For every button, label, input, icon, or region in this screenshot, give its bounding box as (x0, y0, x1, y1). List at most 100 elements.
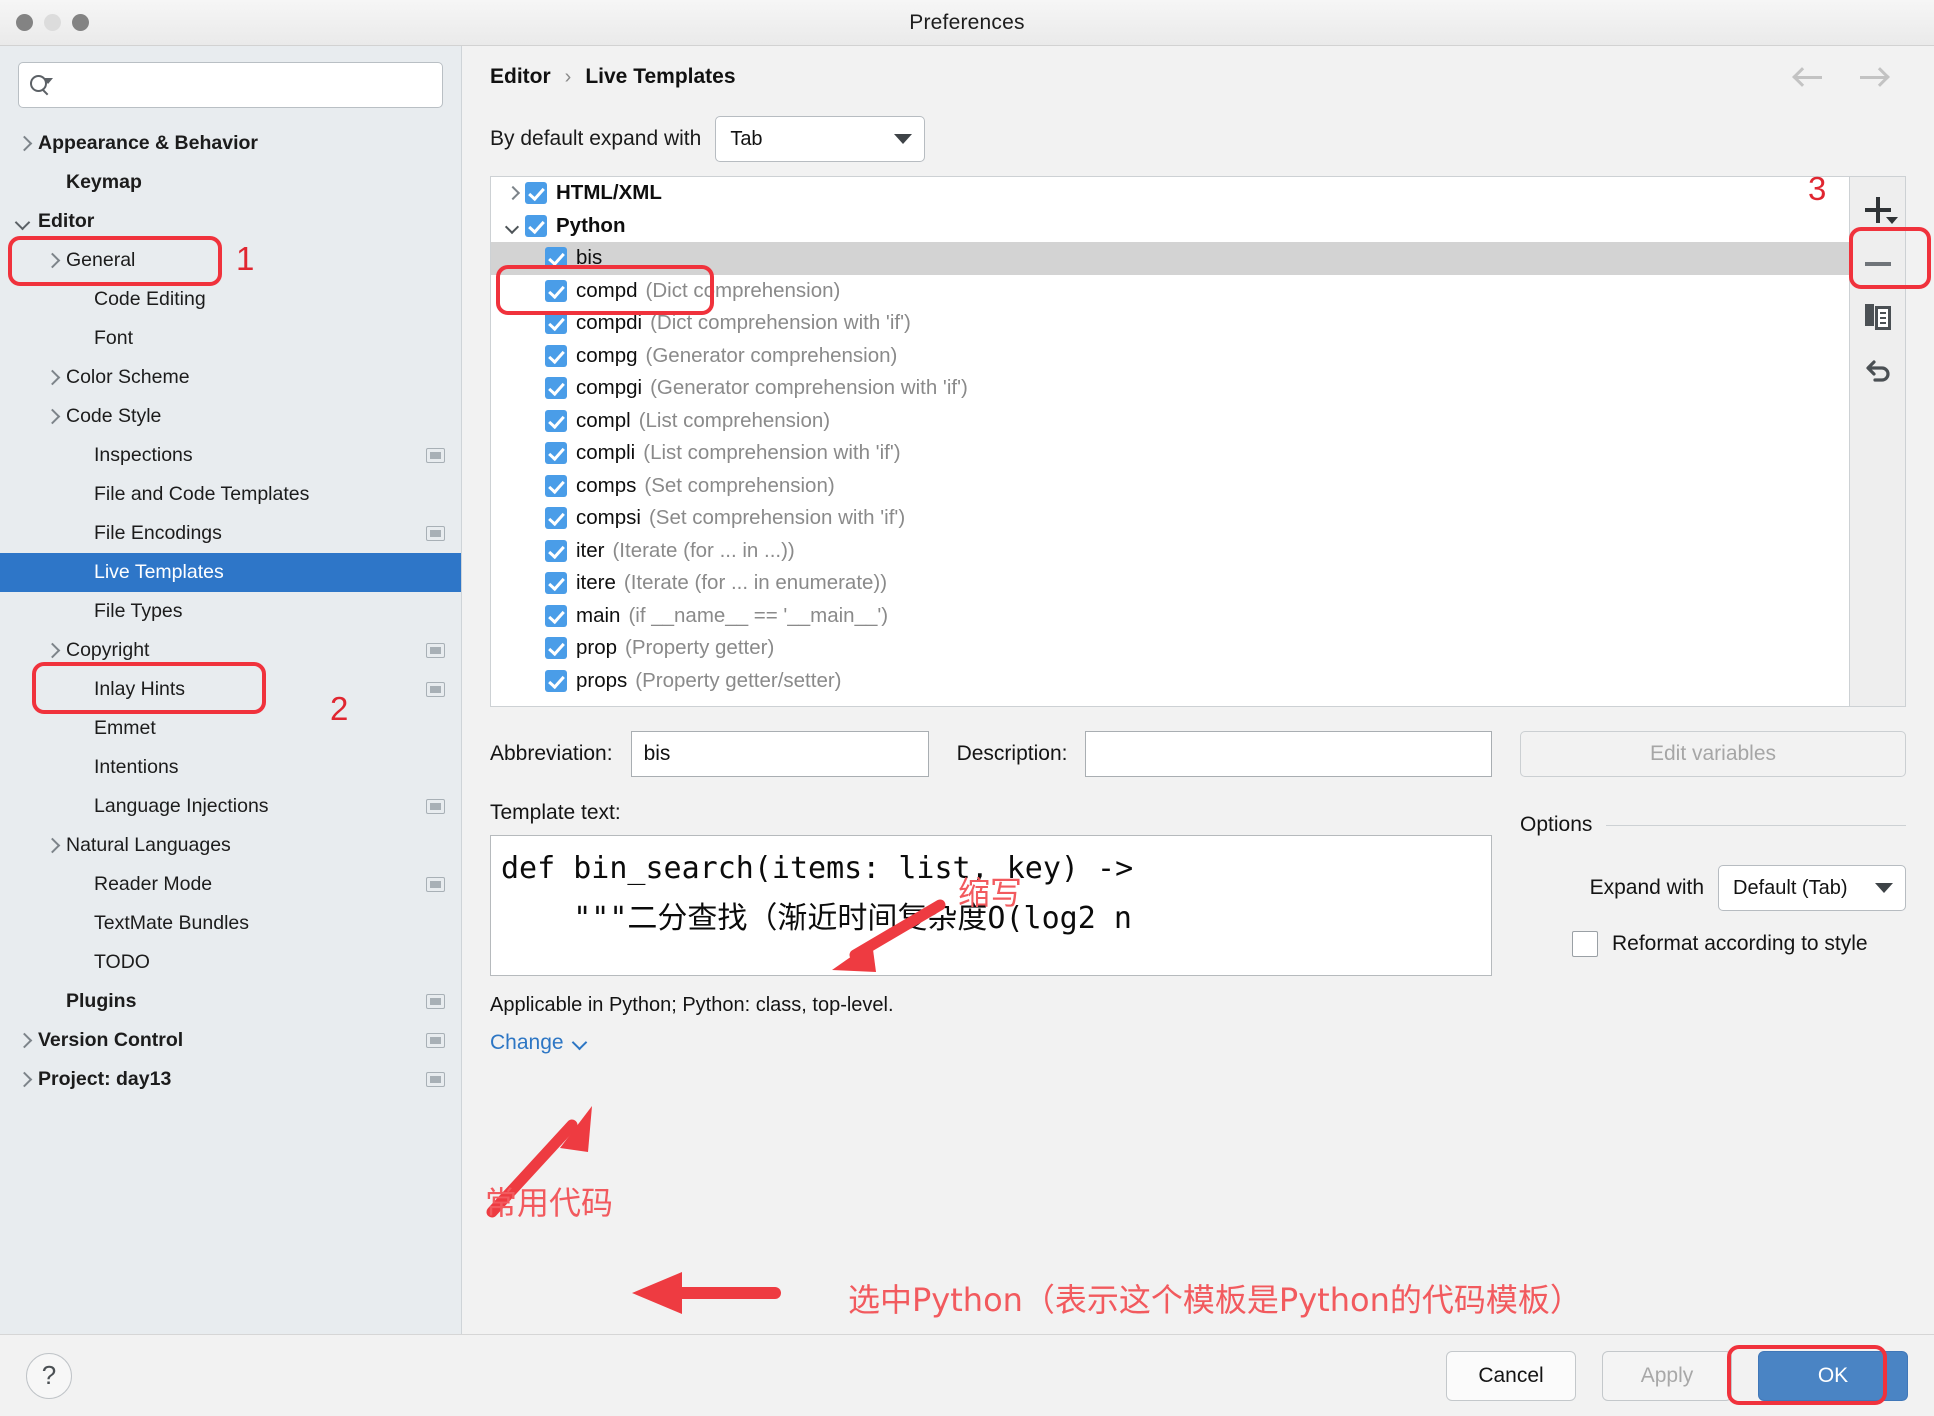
options-section-header: Options (1520, 813, 1906, 837)
template-checkbox[interactable] (545, 605, 567, 627)
sidebar-item-textmate-bundles[interactable]: TextMate Bundles (0, 904, 461, 943)
apply-button[interactable]: Apply (1602, 1351, 1732, 1401)
chevron-right-icon[interactable] (14, 1032, 32, 1050)
template-checkbox[interactable] (545, 507, 567, 529)
search-input[interactable] (51, 75, 432, 96)
sidebar-item-inspections[interactable]: Inspections (0, 436, 461, 475)
chevron-right-icon[interactable] (14, 1071, 32, 1089)
forward-arrow-icon[interactable] (1856, 64, 1890, 90)
chevron-right-icon[interactable] (42, 369, 60, 387)
sidebar-item-language-injections[interactable]: Language Injections (0, 787, 461, 826)
template-checkbox[interactable] (545, 377, 567, 399)
edit-variables-button[interactable]: Edit variables (1520, 731, 1906, 777)
chevron-right-icon[interactable] (14, 135, 32, 153)
ok-button[interactable]: OK (1758, 1351, 1908, 1401)
template-row[interactable]: itere(Iterate (for ... in enumerate)) (491, 567, 1849, 600)
sidebar-item-font[interactable]: Font (0, 319, 461, 358)
cancel-button[interactable]: Cancel (1446, 1351, 1576, 1401)
sidebar-item-file-types[interactable]: File Types (0, 592, 461, 631)
reformat-checkbox[interactable] (1572, 931, 1598, 957)
template-row[interactable]: main(if __name__ == '__main__') (491, 600, 1849, 633)
sidebar-item-general[interactable]: General (0, 241, 461, 280)
chevron-down-icon[interactable] (14, 213, 32, 231)
sidebar-item-file-and-code-templates[interactable]: File and Code Templates (0, 475, 461, 514)
add-template-button[interactable] (1851, 183, 1905, 237)
sidebar-item-editor[interactable]: Editor (0, 202, 461, 241)
sidebar-item-todo[interactable]: TODO (0, 943, 461, 982)
template-checkbox[interactable] (545, 475, 567, 497)
sidebar-item-version-control[interactable]: Version Control (0, 1021, 461, 1060)
revert-template-button[interactable] (1851, 345, 1905, 399)
template-checkbox[interactable] (545, 442, 567, 464)
reformat-row[interactable]: Reformat according to style (1520, 931, 1906, 957)
template-checkbox[interactable] (545, 280, 567, 302)
sidebar-item-natural-languages[interactable]: Natural Languages (0, 826, 461, 865)
apply-label: Apply (1641, 1364, 1694, 1388)
template-row[interactable]: iter(Iterate (for ... in ...)) (491, 535, 1849, 568)
duplicate-template-button[interactable] (1851, 291, 1905, 345)
description-label: Description: (957, 742, 1068, 766)
template-row[interactable]: props(Property getter/setter) (491, 665, 1849, 698)
template-description: (Set comprehension) (644, 474, 834, 498)
template-row[interactable]: bis (491, 242, 1849, 275)
chevron-right-icon[interactable] (42, 408, 60, 426)
template-row[interactable]: compg(Generator comprehension) (491, 340, 1849, 373)
sidebar-item-label: Intentions (94, 756, 179, 779)
sidebar-item-file-encodings[interactable]: File Encodings (0, 514, 461, 553)
back-arrow-icon[interactable] (1792, 64, 1826, 90)
search-box[interactable] (18, 62, 443, 108)
template-checkbox[interactable] (545, 540, 567, 562)
template-row[interactable]: compli(List comprehension with 'if') (491, 437, 1849, 470)
template-checkbox[interactable] (545, 345, 567, 367)
sidebar-item-appearance-behavior[interactable]: Appearance & Behavior (0, 124, 461, 163)
template-checkbox[interactable] (545, 637, 567, 659)
sidebar-item-emmet[interactable]: Emmet (0, 709, 461, 748)
template-row[interactable]: compd(Dict comprehension) (491, 275, 1849, 308)
help-button[interactable]: ? (26, 1353, 72, 1399)
expand-with-select[interactable]: Default (Tab) (1718, 865, 1906, 911)
abbreviation-input[interactable]: bis (631, 731, 929, 777)
template-row[interactable]: compsi(Set comprehension with 'if') (491, 502, 1849, 535)
template-row[interactable]: compdi(Dict comprehension with 'if') (491, 307, 1849, 340)
template-group-row[interactable]: HTML/XML (491, 177, 1849, 210)
sidebar-item-copyright[interactable]: Copyright (0, 631, 461, 670)
default-expand-value: Tab (730, 128, 762, 151)
description-input[interactable] (1085, 731, 1492, 777)
template-row[interactable]: comps(Set comprehension) (491, 470, 1849, 503)
sidebar-item-live-templates[interactable]: Live Templates (0, 553, 461, 592)
sidebar-item-inlay-hints[interactable]: Inlay Hints (0, 670, 461, 709)
chevron-right-icon[interactable] (42, 642, 60, 660)
sidebar-item-intentions[interactable]: Intentions (0, 748, 461, 787)
template-checkbox[interactable] (525, 215, 547, 237)
template-checkbox[interactable] (545, 572, 567, 594)
default-expand-select[interactable]: Tab (715, 116, 925, 162)
template-checkbox[interactable] (545, 312, 567, 334)
template-checkbox[interactable] (545, 410, 567, 432)
sidebar-item-code-style[interactable]: Code Style (0, 397, 461, 436)
settings-tree[interactable]: Appearance & Behavior KeymapEditorGeneral… (0, 118, 461, 1334)
sidebar-item-code-editing[interactable]: Code Editing (0, 280, 461, 319)
sidebar-item-reader-mode[interactable]: Reader Mode (0, 865, 461, 904)
template-group-row[interactable]: Python (491, 210, 1849, 243)
change-context-link[interactable]: Change (490, 1031, 587, 1055)
template-row[interactable]: prop(Property getter) (491, 632, 1849, 665)
template-text-editor[interactable]: def bin_search(items: list, key) -> """二… (490, 835, 1492, 976)
template-description: (Generator comprehension) (646, 344, 898, 368)
remove-template-button[interactable] (1851, 237, 1905, 291)
chevron-right-icon[interactable] (42, 252, 60, 270)
sidebar-item-plugins[interactable]: Plugins (0, 982, 461, 1021)
sidebar-item-color-scheme[interactable]: Color Scheme (0, 358, 461, 397)
templates-list[interactable]: HTML/XMLPythonbiscompd(Dict comprehensio… (490, 176, 1850, 707)
sidebar-item-keymap[interactable]: Keymap (0, 163, 461, 202)
chevron-down-icon[interactable] (503, 217, 525, 235)
chevron-right-icon[interactable] (42, 837, 60, 855)
breadcrumb-root[interactable]: Editor (490, 65, 551, 89)
sidebar-item-label: Appearance & Behavior (38, 132, 258, 155)
template-checkbox[interactable] (545, 670, 567, 692)
template-row[interactable]: compgi(Generator comprehension with 'if'… (491, 372, 1849, 405)
sidebar-item-project-day13[interactable]: Project: day13 (0, 1060, 461, 1099)
template-row[interactable]: compl(List comprehension) (491, 405, 1849, 438)
template-checkbox[interactable] (545, 247, 567, 269)
template-checkbox[interactable] (525, 182, 547, 204)
chevron-right-icon[interactable] (503, 184, 525, 202)
